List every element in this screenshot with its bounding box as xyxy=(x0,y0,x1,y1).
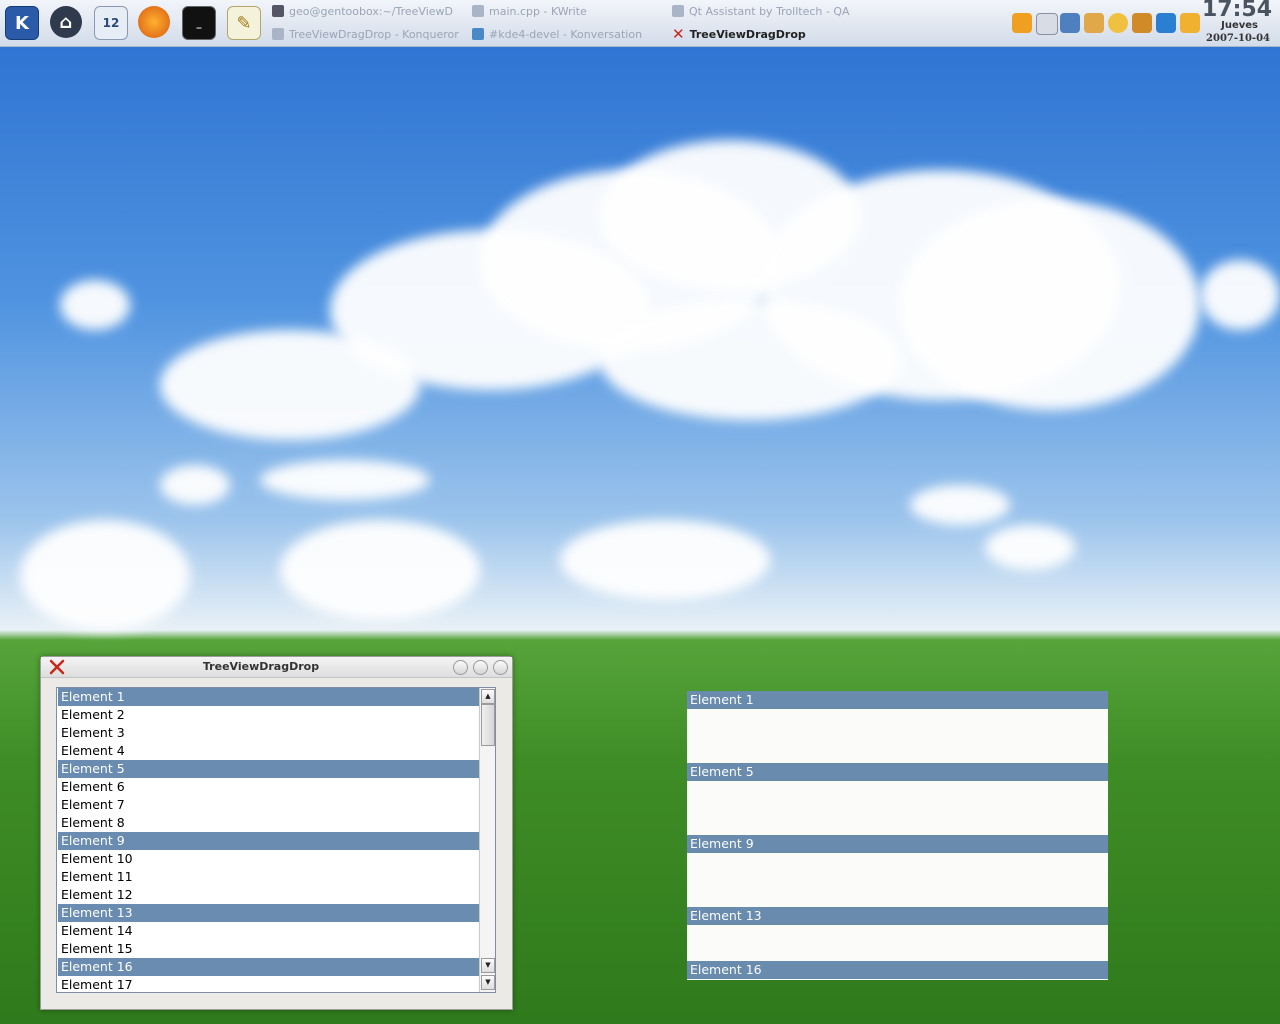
app-window: TreeViewDragDrop Element 1 Element 2 Ele… xyxy=(40,656,513,1010)
chat-icon xyxy=(472,28,484,40)
drag-item: Element 13 xyxy=(687,907,1108,925)
keys-icon[interactable] xyxy=(1084,13,1104,33)
scrollbar-thumb[interactable] xyxy=(481,704,495,746)
scroll-down-button[interactable]: ▼ xyxy=(481,975,495,990)
list-item[interactable]: Element 11 xyxy=(58,868,479,886)
list-item[interactable]: Element 8 xyxy=(58,814,479,832)
list-item[interactable]: Element 16 xyxy=(58,958,479,976)
drag-item: Element 5 xyxy=(687,763,1108,781)
list-item[interactable]: Element 3 xyxy=(58,724,479,742)
window-titlebar[interactable]: TreeViewDragDrop xyxy=(41,657,512,678)
list-item[interactable]: Element 10 xyxy=(58,850,479,868)
task-label: TreeViewDragDrop - Konqueror xyxy=(289,27,459,41)
assistant-icon xyxy=(672,5,684,17)
list-item[interactable]: Element 12 xyxy=(58,886,479,904)
task-konqueror[interactable]: TreeViewDragDrop - Konqueror xyxy=(272,26,464,42)
power-icon[interactable] xyxy=(1180,13,1200,33)
klipper-icon[interactable] xyxy=(1036,13,1058,35)
list-item[interactable]: Element 1 xyxy=(58,688,479,706)
mail-calendar-icon[interactable]: 12 xyxy=(94,6,128,40)
drag-item: Element 1 xyxy=(687,691,1108,709)
scroll-up-button[interactable]: ▲ xyxy=(481,689,495,704)
task-konversation[interactable]: #kde4-devel - Konversation xyxy=(472,26,662,42)
network-icon[interactable] xyxy=(1060,13,1080,33)
list-item[interactable]: Element 14 xyxy=(58,922,479,940)
terminal-icon xyxy=(272,5,284,17)
list-item[interactable]: Element 15 xyxy=(58,940,479,958)
task-label: geo@gentoobox:~/TreeViewD xyxy=(289,4,453,18)
terminal-icon[interactable]: _ xyxy=(182,6,216,40)
maximize-button[interactable] xyxy=(473,660,488,675)
drag-item: Element 9 xyxy=(687,835,1108,853)
close-button[interactable] xyxy=(493,660,508,675)
text-editor-icon[interactable]: ✎ xyxy=(227,6,261,40)
tag-icon[interactable] xyxy=(1012,13,1032,33)
list-item[interactable]: Element 4 xyxy=(58,742,479,760)
minimize-button[interactable] xyxy=(453,660,468,675)
task-kwrite[interactable]: main.cpp - KWrite xyxy=(472,3,662,19)
scroll-down-button[interactable]: ▼ xyxy=(481,958,495,973)
kmix-icon[interactable] xyxy=(1108,13,1128,33)
app-x-icon: ✕ xyxy=(672,26,685,42)
drag-pixmap: Element 1 Element 5 Element 9 Element 13… xyxy=(687,691,1108,980)
task-label: main.cpp - KWrite xyxy=(489,4,587,18)
window-title: TreeViewDragDrop xyxy=(202,660,320,673)
document-icon xyxy=(472,5,484,17)
list-item[interactable]: Element 6 xyxy=(58,778,479,796)
task-label: Qt Assistant by Trolltech - QA xyxy=(689,4,850,18)
document-icon xyxy=(272,28,284,40)
task-label: TreeViewDragDrop xyxy=(689,27,806,41)
clock-date: 2007-10-04 xyxy=(1206,33,1270,44)
list-item[interactable]: Element 2 xyxy=(58,706,479,724)
list-item[interactable]: Element 5 xyxy=(58,760,479,778)
clock-day: Jueves xyxy=(1221,20,1258,31)
clock-time[interactable]: 17:54 xyxy=(1202,0,1272,22)
list-item[interactable]: Element 9 xyxy=(58,832,479,850)
package-icon[interactable] xyxy=(1132,13,1152,33)
task-terminal[interactable]: geo@gentoobox:~/TreeViewD xyxy=(272,3,464,19)
kmenu-icon[interactable]: K xyxy=(5,6,39,40)
task-label: #kde4-devel - Konversation xyxy=(489,27,643,41)
vertical-scrollbar[interactable]: ▲ ▼ ▼ xyxy=(479,688,495,992)
drag-item: Element 16 xyxy=(687,961,1108,979)
list-item[interactable]: Element 7 xyxy=(58,796,479,814)
list-item[interactable]: Element 13 xyxy=(58,904,479,922)
task-qt-assistant[interactable]: Qt Assistant by Trolltech - QA xyxy=(672,3,858,19)
tree-view[interactable]: Element 1 Element 2 Element 3 Element 4 … xyxy=(56,687,496,993)
list-item[interactable]: Element 17 xyxy=(58,976,479,992)
kde-updater-icon[interactable] xyxy=(1156,13,1176,33)
task-treeviewdragdrop[interactable]: ✕ TreeViewDragDrop xyxy=(672,26,858,42)
home-icon[interactable]: ⌂ xyxy=(50,6,82,38)
firefox-icon[interactable] xyxy=(138,6,170,38)
taskbar: K ⌂ 12 _ ✎ geo@gentoobox:~/TreeViewD mai… xyxy=(0,0,1280,47)
